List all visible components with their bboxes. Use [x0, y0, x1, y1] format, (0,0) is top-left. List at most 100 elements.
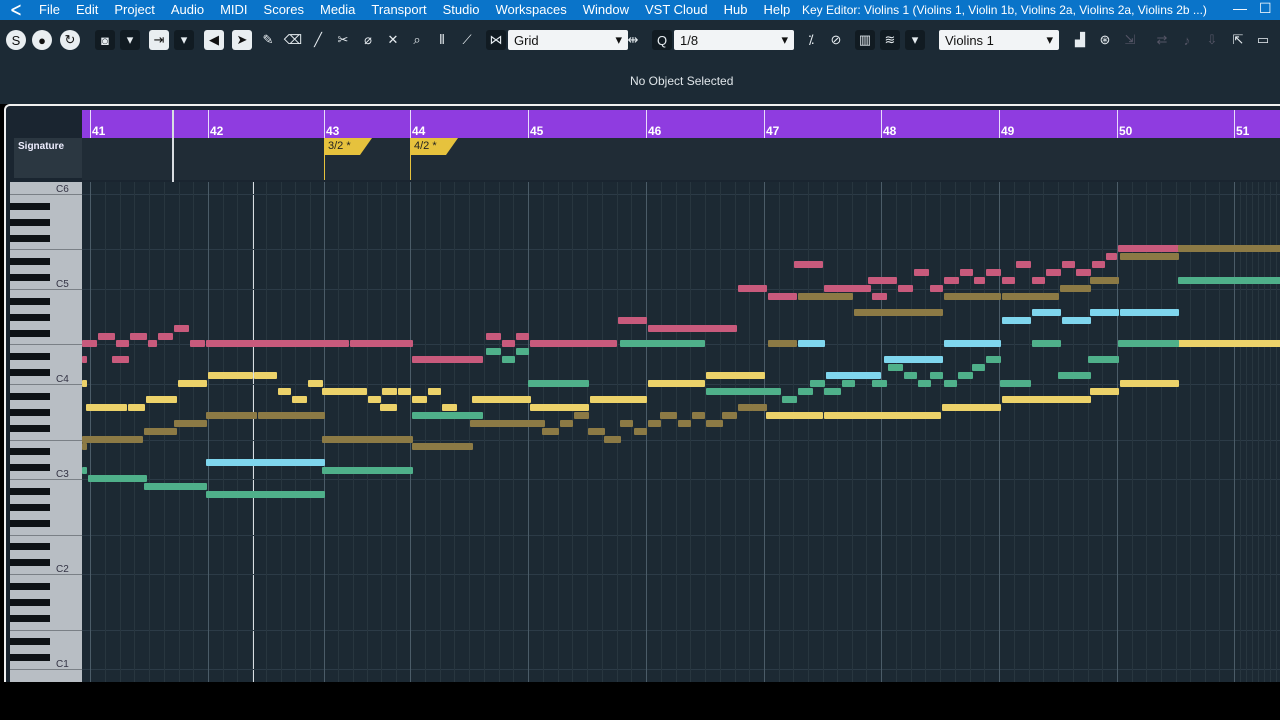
black-key[interactable] — [10, 369, 50, 377]
midi-note[interactable] — [528, 380, 589, 388]
midi-note[interactable] — [98, 332, 115, 340]
menu-audio[interactable]: Audio — [171, 2, 204, 17]
midi-note[interactable] — [872, 292, 887, 300]
midi-note[interactable] — [1092, 261, 1105, 269]
note-grid[interactable] — [82, 182, 1280, 682]
midi-note[interactable] — [722, 411, 737, 419]
midi-note[interactable] — [322, 435, 413, 443]
midi-note[interactable] — [706, 388, 781, 395]
midi-note[interactable] — [588, 427, 605, 435]
menu-file[interactable]: File — [39, 2, 60, 17]
midi-note[interactable] — [618, 316, 647, 324]
midi-note[interactable] — [868, 277, 897, 285]
midi-note[interactable] — [930, 285, 943, 293]
piano-keyboard[interactable]: C6 C5 C4 C3 C2 C1 — [10, 182, 82, 682]
black-key[interactable] — [10, 234, 50, 242]
midi-note[interactable] — [206, 340, 349, 348]
black-key[interactable] — [10, 464, 50, 472]
midi-note[interactable] — [82, 443, 87, 451]
midi-note[interactable] — [942, 403, 1001, 411]
midi-note[interactable] — [590, 395, 647, 403]
black-key[interactable] — [10, 329, 50, 337]
midi-note[interactable] — [1016, 261, 1031, 269]
midi-note[interactable] — [914, 269, 929, 277]
black-key[interactable] — [10, 274, 50, 282]
midi-note[interactable] — [604, 435, 621, 443]
menu-transport[interactable]: Transport — [371, 2, 426, 17]
midi-note[interactable] — [412, 356, 483, 364]
midi-note[interactable] — [486, 348, 501, 356]
track-select[interactable]: Violins 1 ▾ — [939, 30, 1059, 50]
solo-icon[interactable]: S — [6, 30, 26, 50]
black-key[interactable] — [10, 408, 50, 416]
black-key[interactable] — [10, 202, 50, 210]
quantize-select[interactable]: 1/8 ▾ — [674, 30, 794, 50]
midi-note[interactable] — [1120, 253, 1179, 261]
black-key[interactable] — [10, 297, 50, 305]
midi-note[interactable] — [530, 340, 617, 348]
midi-note[interactable] — [82, 340, 97, 348]
midi-note[interactable] — [130, 332, 147, 340]
midi-note[interactable] — [1002, 316, 1031, 324]
midi-note[interactable] — [350, 340, 413, 348]
cubase-logo-icon[interactable]: ᐸ — [6, 2, 26, 18]
midi-note[interactable] — [1032, 308, 1061, 316]
midi-note[interactable] — [986, 356, 1001, 364]
black-key[interactable] — [10, 448, 50, 456]
black-key[interactable] — [10, 258, 50, 266]
midi-note[interactable] — [930, 372, 943, 380]
midi-note[interactable] — [1120, 308, 1179, 316]
midi-note[interactable] — [738, 403, 753, 411]
menu-edit[interactable]: Edit — [76, 2, 98, 17]
black-key[interactable] — [10, 638, 50, 646]
midi-note[interactable] — [112, 356, 129, 364]
time-signature-marker[interactable]: 4/2 * — [410, 138, 458, 155]
midi-note[interactable] — [206, 459, 325, 467]
midi-note[interactable] — [768, 340, 797, 348]
speaker-icon[interactable]: ◀ — [204, 30, 224, 50]
midi-note[interactable] — [1076, 269, 1091, 277]
midi-note[interactable] — [660, 411, 677, 419]
midi-note[interactable] — [190, 340, 205, 348]
midi-note[interactable] — [904, 372, 917, 380]
maximize-button[interactable]: ☐ — [1259, 0, 1272, 17]
midi-note[interactable] — [958, 372, 973, 380]
drum-icon[interactable]: ▟ — [1070, 30, 1090, 50]
midi-note[interactable] — [620, 419, 633, 427]
black-key[interactable] — [10, 519, 50, 527]
midi-note[interactable] — [178, 380, 207, 388]
midi-note[interactable] — [146, 395, 177, 403]
midi-note[interactable] — [560, 419, 573, 427]
midi-note[interactable] — [1178, 277, 1280, 285]
midi-note[interactable] — [322, 388, 367, 395]
midi-note[interactable] — [1002, 395, 1091, 403]
midi-note[interactable] — [470, 419, 545, 427]
midi-note[interactable] — [824, 411, 941, 419]
midi-note[interactable] — [884, 356, 943, 364]
midi-note[interactable] — [1090, 308, 1119, 316]
midi-note[interactable] — [1002, 277, 1015, 285]
midi-note[interactable] — [82, 356, 87, 364]
midi-note[interactable] — [1032, 340, 1061, 348]
time-signature-marker[interactable]: 3/2 * — [324, 138, 372, 155]
menu-hub[interactable]: Hub — [724, 2, 748, 17]
midi-note[interactable] — [1000, 380, 1031, 388]
mute-icon[interactable]: ✕ — [383, 30, 403, 50]
midi-note[interactable] — [258, 411, 325, 419]
black-key[interactable] — [10, 487, 50, 495]
dropdown-icon[interactable]: ▾ — [120, 30, 140, 50]
midi-note[interactable] — [412, 395, 427, 403]
midi-note[interactable] — [502, 340, 515, 348]
midi-note[interactable] — [1088, 356, 1119, 364]
comp-icon[interactable]: ⫴ — [432, 30, 452, 50]
midi-note[interactable] — [974, 277, 985, 285]
menu-studio[interactable]: Studio — [443, 2, 480, 17]
midi-note[interactable] — [648, 380, 705, 388]
midi-note[interactable] — [810, 380, 825, 388]
eraser-icon[interactable]: ⌫ — [283, 30, 303, 50]
midi-note[interactable] — [442, 403, 457, 411]
glue-icon[interactable]: ⌀ — [358, 30, 378, 50]
black-key[interactable] — [10, 583, 50, 590]
midi-note[interactable] — [706, 419, 723, 427]
black-key[interactable] — [10, 543, 50, 551]
